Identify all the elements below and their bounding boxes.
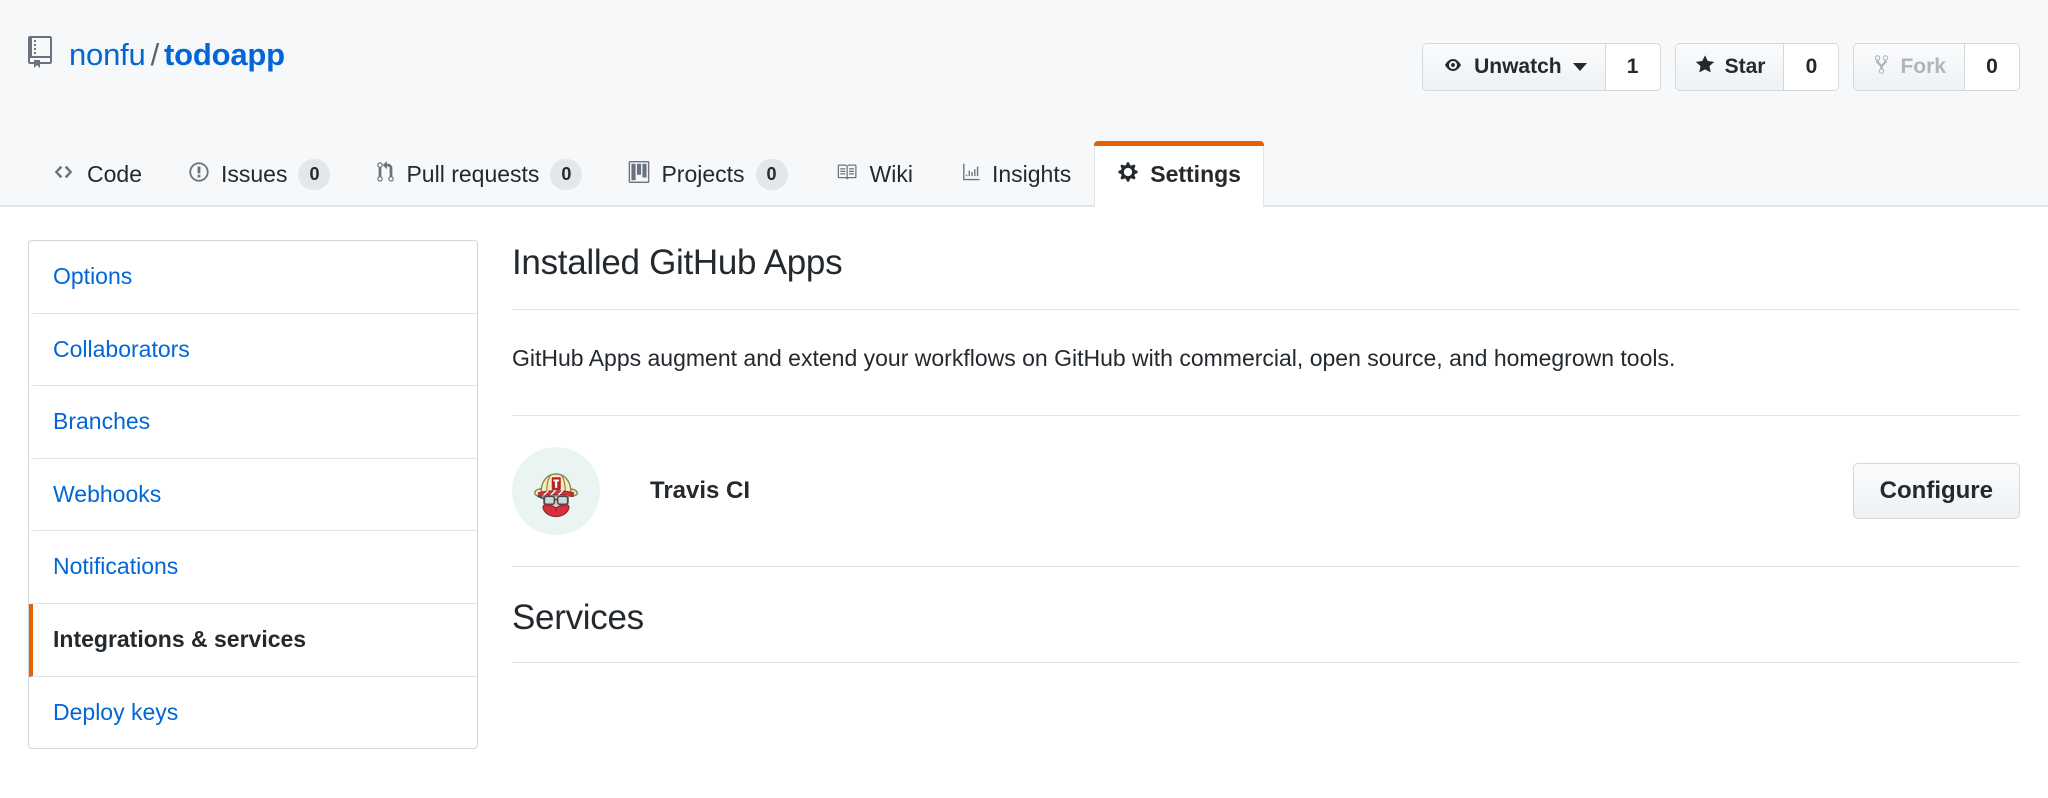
sidebar-item-label: Deploy keys bbox=[53, 698, 179, 725]
tab-issues-label: Issues bbox=[220, 161, 288, 187]
tab-insights-label: Insights bbox=[991, 161, 1072, 187]
fork-button-group: Fork 0 bbox=[1853, 43, 2020, 91]
gear-icon bbox=[1117, 161, 1139, 189]
tab-projects[interactable]: Projects 0 bbox=[605, 141, 810, 207]
settings-sidebar: Options Collaborators Branches Webhooks … bbox=[28, 240, 478, 750]
sidebar-item-branches[interactable]: Branches bbox=[29, 386, 477, 459]
sidebar-item-label: Collaborators bbox=[53, 335, 190, 362]
unwatch-button[interactable]: Unwatch bbox=[1423, 44, 1606, 90]
sidebar-item-integrations-and-services[interactable]: Integrations & services bbox=[29, 603, 477, 677]
repo-title: nonfu / todoapp bbox=[28, 36, 285, 73]
sidebar-item-label: Webhooks bbox=[53, 480, 162, 507]
tab-pull-requests-counter: 0 bbox=[550, 159, 583, 190]
tab-settings[interactable]: Settings bbox=[1094, 141, 1264, 207]
tab-issues-counter: 0 bbox=[298, 159, 331, 190]
tab-wiki-label: Wiki bbox=[869, 161, 913, 187]
project-icon bbox=[628, 160, 650, 189]
page-title: Installed GitHub Apps bbox=[512, 243, 843, 282]
tab-pull-requests-label: Pull requests bbox=[406, 161, 540, 187]
tab-code-label: Code bbox=[87, 161, 142, 187]
installed-app-row: Travis CI Configure bbox=[512, 416, 2020, 566]
page-body: Options Collaborators Branches Webhooks … bbox=[0, 207, 2048, 750]
repo-owner-link[interactable]: nonfu bbox=[69, 37, 146, 72]
watch-button-group: Unwatch 1 bbox=[1422, 43, 1661, 91]
repo-name-link[interactable]: todoapp bbox=[164, 37, 285, 72]
tab-code[interactable]: Code bbox=[28, 141, 165, 207]
tab-projects-counter: 0 bbox=[755, 159, 788, 190]
configure-button[interactable]: Configure bbox=[1852, 462, 2020, 519]
sidebar-item-label: Options bbox=[53, 263, 133, 289]
services-title: Services bbox=[512, 597, 644, 637]
issue-icon bbox=[188, 161, 210, 189]
sidebar-item-deploy-keys[interactable]: Deploy keys bbox=[29, 677, 477, 749]
repo-separator: / bbox=[150, 37, 160, 72]
fork-button[interactable]: Fork bbox=[1854, 44, 1965, 90]
fork-label: Fork bbox=[1900, 55, 1946, 78]
insights-icon bbox=[959, 161, 981, 189]
tab-settings-label: Settings bbox=[1150, 161, 1241, 187]
star-button-group: Star 0 bbox=[1674, 43, 1840, 91]
sidebar-item-collaborators[interactable]: Collaborators bbox=[29, 314, 477, 387]
app-name: Travis CI bbox=[650, 476, 751, 504]
page-description: GitHub Apps augment and extend your work… bbox=[512, 345, 1676, 371]
fork-icon bbox=[1872, 54, 1891, 81]
star-button[interactable]: Star bbox=[1675, 44, 1785, 90]
stars-count[interactable]: 0 bbox=[1784, 44, 1839, 90]
services-divider bbox=[512, 661, 2020, 663]
travis-ci-mascot-icon bbox=[512, 446, 600, 535]
wiki-icon bbox=[834, 161, 859, 188]
repo-actions: Unwatch 1 Star 0 Fork 0 bbox=[1422, 43, 2020, 91]
code-icon bbox=[51, 161, 76, 188]
main-content: Installed GitHub Apps GitHub Apps augmen… bbox=[512, 240, 2020, 663]
sidebar-item-notifications[interactable]: Notifications bbox=[29, 531, 477, 604]
sidebar-item-options[interactable]: Options bbox=[29, 241, 477, 314]
tab-projects-label: Projects bbox=[661, 161, 745, 187]
tab-insights[interactable]: Insights bbox=[936, 141, 1094, 207]
pr-icon bbox=[376, 160, 395, 189]
forks-count[interactable]: 0 bbox=[1965, 44, 2019, 90]
tab-issues[interactable]: Issues 0 bbox=[165, 141, 353, 207]
eye-icon bbox=[1441, 55, 1465, 79]
chevron-down-icon bbox=[1572, 63, 1587, 71]
repo-nav-tabs: Code Issues 0 Pull requests 0 Projects 0… bbox=[28, 137, 1264, 207]
sidebar-item-label: Integrations & services bbox=[53, 625, 307, 652]
tab-pull-requests[interactable]: Pull requests 0 bbox=[353, 141, 605, 207]
star-label: Star bbox=[1724, 55, 1766, 78]
unwatch-label: Unwatch bbox=[1474, 55, 1562, 78]
star-icon bbox=[1694, 54, 1716, 81]
sidebar-item-label: Branches bbox=[53, 408, 151, 435]
sidebar-item-webhooks[interactable]: Webhooks bbox=[29, 459, 477, 532]
watchers-count[interactable]: 1 bbox=[1605, 44, 1660, 90]
tab-wiki[interactable]: Wiki bbox=[811, 141, 936, 207]
repo-icon bbox=[28, 36, 56, 73]
repo-header: nonfu / todoapp Unwatch 1 Star 0 Fork 0 … bbox=[0, 0, 2048, 207]
sidebar-item-label: Notifications bbox=[53, 553, 179, 580]
